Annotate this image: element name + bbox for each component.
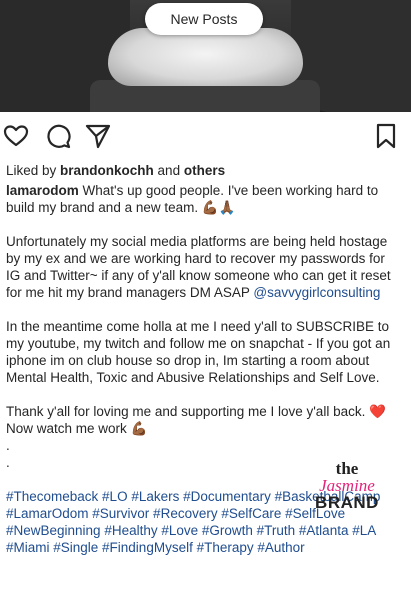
liked-by-prefix: Liked by [6, 163, 61, 178]
caption-dot-1: . [6, 438, 10, 453]
photo-cushion [108, 28, 303, 86]
paper-plane-icon[interactable] [84, 122, 112, 150]
caption-paragraph-4: Thank y'all for loving me and supporting… [6, 404, 386, 436]
bookmark-outline-icon[interactable] [372, 122, 400, 150]
liked-by-others[interactable]: others [184, 163, 225, 178]
liked-by-line: Liked by brandonkochh and others [6, 162, 225, 180]
caption-paragraph-2: Unfortunately my social media platforms … [6, 233, 398, 301]
watermark-the: the [335, 459, 359, 478]
caption-intro: lamarodom What's up good people. I've be… [6, 182, 398, 216]
watermark-jasmine: Jasmine [319, 476, 375, 495]
liked-by-joiner: and [153, 163, 184, 178]
caption-paragraph-3: In the meantime come holla at me I need … [6, 319, 391, 385]
new-posts-button[interactable]: New Posts [145, 3, 263, 35]
watermark-brand: BRAND [315, 493, 379, 512]
caption-username[interactable]: lamarodom [6, 183, 79, 198]
comment-bubble-icon[interactable] [44, 122, 72, 150]
post-action-bar [0, 118, 411, 154]
heart-outline-icon[interactable] [2, 122, 30, 150]
caption-mention[interactable]: @savvygirlconsulting [253, 285, 380, 300]
liked-by-user[interactable]: brandonkochh [60, 163, 154, 178]
the-jasmine-brand-watermark: the Jasmine BRAND [302, 460, 392, 511]
